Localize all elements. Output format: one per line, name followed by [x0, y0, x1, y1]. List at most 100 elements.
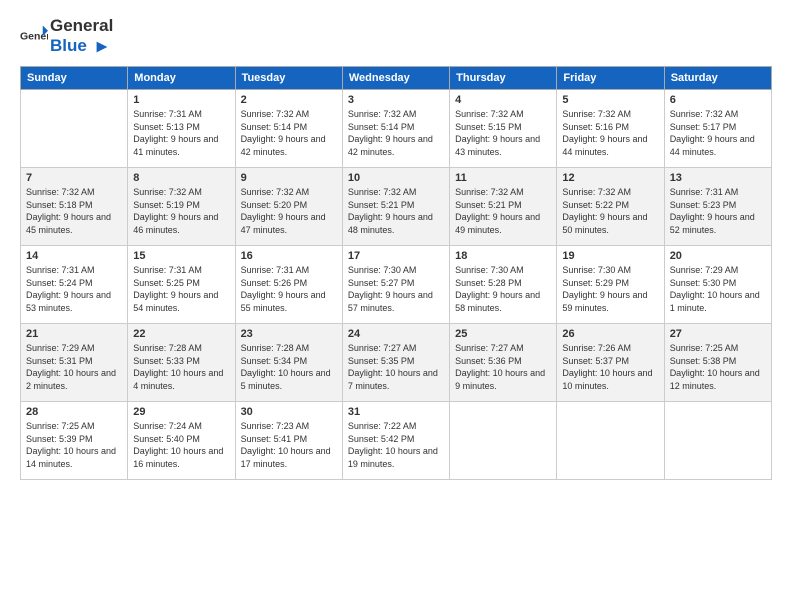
day-header-thursday: Thursday — [450, 67, 557, 90]
calendar-cell: 24Sunrise: 7:27 AMSunset: 5:35 PMDayligh… — [342, 324, 449, 402]
day-info: Sunrise: 7:32 AMSunset: 5:16 PMDaylight:… — [562, 108, 658, 158]
day-header-saturday: Saturday — [664, 67, 771, 90]
day-number: 25 — [455, 328, 551, 340]
day-number: 21 — [26, 328, 122, 340]
day-number: 14 — [26, 250, 122, 262]
calendar-cell: 4 Sunrise: 7:32 AMSunset: 5:15 PMDaylight… — [450, 90, 557, 168]
day-number: 26 — [562, 328, 658, 340]
day-info: Sunrise: 7:28 AMSunset: 5:34 PMDaylight:… — [241, 342, 337, 392]
day-number: 11 — [455, 172, 551, 184]
day-number: 7 — [26, 172, 122, 184]
day-info: Sunrise: 7:31 AMSunset: 5:26 PMDaylight:… — [241, 264, 337, 314]
day-header-monday: Monday — [128, 67, 235, 90]
day-number: 22 — [133, 328, 229, 340]
day-info: Sunrise: 7:24 AMSunset: 5:40 PMDaylight:… — [133, 420, 229, 470]
day-header-tuesday: Tuesday — [235, 67, 342, 90]
day-number: 20 — [670, 250, 766, 262]
calendar-cell: 20Sunrise: 7:29 AMSunset: 5:30 PMDayligh… — [664, 246, 771, 324]
day-number: 9 — [241, 172, 337, 184]
calendar-cell: 7 Sunrise: 7:32 AMSunset: 5:18 PMDaylight… — [21, 168, 128, 246]
calendar-header-row: SundayMondayTuesdayWednesdayThursdayFrid… — [21, 67, 772, 90]
day-info: Sunrise: 7:31 AMSunset: 5:24 PMDaylight:… — [26, 264, 122, 314]
day-info: Sunrise: 7:32 AMSunset: 5:21 PMDaylight:… — [348, 186, 444, 236]
calendar-cell: 26 Sunrise: 7:26 AMSunset: 5:37 PMDayligh… — [557, 324, 664, 402]
day-number: 23 — [241, 328, 337, 340]
calendar-cell: 14 Sunrise: 7:31 AMSunset: 5:24 PMDayligh… — [21, 246, 128, 324]
logo-arrow-icon — [93, 38, 111, 56]
calendar-cell: 3 Sunrise: 7:32 AMSunset: 5:14 PMDaylight… — [342, 90, 449, 168]
day-info: Sunrise: 7:22 AMSunset: 5:42 PMDaylight:… — [348, 420, 444, 470]
day-info: Sunrise: 7:31 AMSunset: 5:13 PMDaylight:… — [133, 108, 229, 158]
day-number: 29 — [133, 406, 229, 418]
day-info: Sunrise: 7:30 AMSunset: 5:28 PMDaylight:… — [455, 264, 551, 314]
day-info: Sunrise: 7:28 AMSunset: 5:33 PMDaylight:… — [133, 342, 229, 392]
day-number: 2 — [241, 94, 337, 106]
day-header-friday: Friday — [557, 67, 664, 90]
calendar-cell: 2 Sunrise: 7:32 AMSunset: 5:14 PMDaylight… — [235, 90, 342, 168]
calendar-table: SundayMondayTuesdayWednesdayThursdayFrid… — [20, 66, 772, 480]
day-info: Sunrise: 7:32 AMSunset: 5:17 PMDaylight:… — [670, 108, 766, 158]
day-info: Sunrise: 7:25 AMSunset: 5:39 PMDaylight:… — [26, 420, 122, 470]
day-info: Sunrise: 7:25 AMSunset: 5:38 PMDaylight:… — [670, 342, 766, 392]
header: General General Blue — [20, 16, 772, 56]
calendar-cell: 1 Sunrise: 7:31 AMSunset: 5:13 PMDaylight… — [128, 90, 235, 168]
day-info: Sunrise: 7:26 AMSunset: 5:37 PMDaylight:… — [562, 342, 658, 392]
day-number: 5 — [562, 94, 658, 106]
day-info: Sunrise: 7:27 AMSunset: 5:36 PMDaylight:… — [455, 342, 551, 392]
calendar-cell: 9 Sunrise: 7:32 AMSunset: 5:20 PMDaylight… — [235, 168, 342, 246]
day-number: 15 — [133, 250, 229, 262]
calendar-cell: 15 Sunrise: 7:31 AMSunset: 5:25 PMDayligh… — [128, 246, 235, 324]
calendar-cell: 31 Sunrise: 7:22 AMSunset: 5:42 PMDayligh… — [342, 402, 449, 480]
day-number: 12 — [562, 172, 658, 184]
calendar-cell: 30 Sunrise: 7:23 AMSunset: 5:41 PMDayligh… — [235, 402, 342, 480]
day-number: 13 — [670, 172, 766, 184]
calendar-week-row: 7 Sunrise: 7:32 AMSunset: 5:18 PMDaylight… — [21, 168, 772, 246]
day-info: Sunrise: 7:32 AMSunset: 5:18 PMDaylight:… — [26, 186, 122, 236]
day-header-wednesday: Wednesday — [342, 67, 449, 90]
day-number: 4 — [455, 94, 551, 106]
day-number: 28 — [26, 406, 122, 418]
calendar-cell: 18 Sunrise: 7:30 AMSunset: 5:28 PMDayligh… — [450, 246, 557, 324]
logo-blue-text: Blue — [50, 36, 87, 55]
day-info: Sunrise: 7:30 AMSunset: 5:27 PMDaylight:… — [348, 264, 444, 314]
day-info: Sunrise: 7:32 AMSunset: 5:14 PMDaylight:… — [348, 108, 444, 158]
day-info: Sunrise: 7:32 AMSunset: 5:15 PMDaylight:… — [455, 108, 551, 158]
calendar-cell: 5 Sunrise: 7:32 AMSunset: 5:16 PMDaylight… — [557, 90, 664, 168]
day-info: Sunrise: 7:23 AMSunset: 5:41 PMDaylight:… — [241, 420, 337, 470]
day-number: 17 — [348, 250, 444, 262]
logo-general-text: General — [50, 16, 113, 35]
calendar-cell: 28 Sunrise: 7:25 AMSunset: 5:39 PMDayligh… — [21, 402, 128, 480]
day-info: Sunrise: 7:31 AMSunset: 5:25 PMDaylight:… — [133, 264, 229, 314]
day-info: Sunrise: 7:30 AMSunset: 5:29 PMDaylight:… — [562, 264, 658, 314]
day-number: 31 — [348, 406, 444, 418]
day-info: Sunrise: 7:32 AMSunset: 5:14 PMDaylight:… — [241, 108, 337, 158]
calendar-cell — [557, 402, 664, 480]
day-info: Sunrise: 7:32 AMSunset: 5:22 PMDaylight:… — [562, 186, 658, 236]
day-info: Sunrise: 7:32 AMSunset: 5:19 PMDaylight:… — [133, 186, 229, 236]
calendar-cell: 16 Sunrise: 7:31 AMSunset: 5:26 PMDayligh… — [235, 246, 342, 324]
calendar-cell: 6 Sunrise: 7:32 AMSunset: 5:17 PMDaylight… — [664, 90, 771, 168]
day-info: Sunrise: 7:29 AMSunset: 5:31 PMDaylight:… — [26, 342, 122, 392]
day-number: 18 — [455, 250, 551, 262]
day-number: 27 — [670, 328, 766, 340]
calendar-week-row: 1 Sunrise: 7:31 AMSunset: 5:13 PMDaylight… — [21, 90, 772, 168]
day-number: 3 — [348, 94, 444, 106]
calendar-cell: 19Sunrise: 7:30 AMSunset: 5:29 PMDayligh… — [557, 246, 664, 324]
calendar-cell: 23 Sunrise: 7:28 AMSunset: 5:34 PMDayligh… — [235, 324, 342, 402]
calendar-cell — [21, 90, 128, 168]
calendar-cell: 29 Sunrise: 7:24 AMSunset: 5:40 PMDayligh… — [128, 402, 235, 480]
day-info: Sunrise: 7:32 AMSunset: 5:20 PMDaylight:… — [241, 186, 337, 236]
calendar-week-row: 21 Sunrise: 7:29 AMSunset: 5:31 PMDayligh… — [21, 324, 772, 402]
calendar-cell: 8Sunrise: 7:32 AMSunset: 5:19 PMDaylight… — [128, 168, 235, 246]
day-number: 1 — [133, 94, 229, 106]
day-number: 6 — [670, 94, 766, 106]
logo: General General Blue — [20, 16, 113, 56]
day-number: 30 — [241, 406, 337, 418]
calendar-cell: 17 Sunrise: 7:30 AMSunset: 5:27 PMDayligh… — [342, 246, 449, 324]
day-info: Sunrise: 7:32 AMSunset: 5:21 PMDaylight:… — [455, 186, 551, 236]
day-number: 16 — [241, 250, 337, 262]
calendar-cell — [664, 402, 771, 480]
calendar-cell: 21 Sunrise: 7:29 AMSunset: 5:31 PMDayligh… — [21, 324, 128, 402]
day-number: 10 — [348, 172, 444, 184]
day-info: Sunrise: 7:27 AMSunset: 5:35 PMDaylight:… — [348, 342, 444, 392]
